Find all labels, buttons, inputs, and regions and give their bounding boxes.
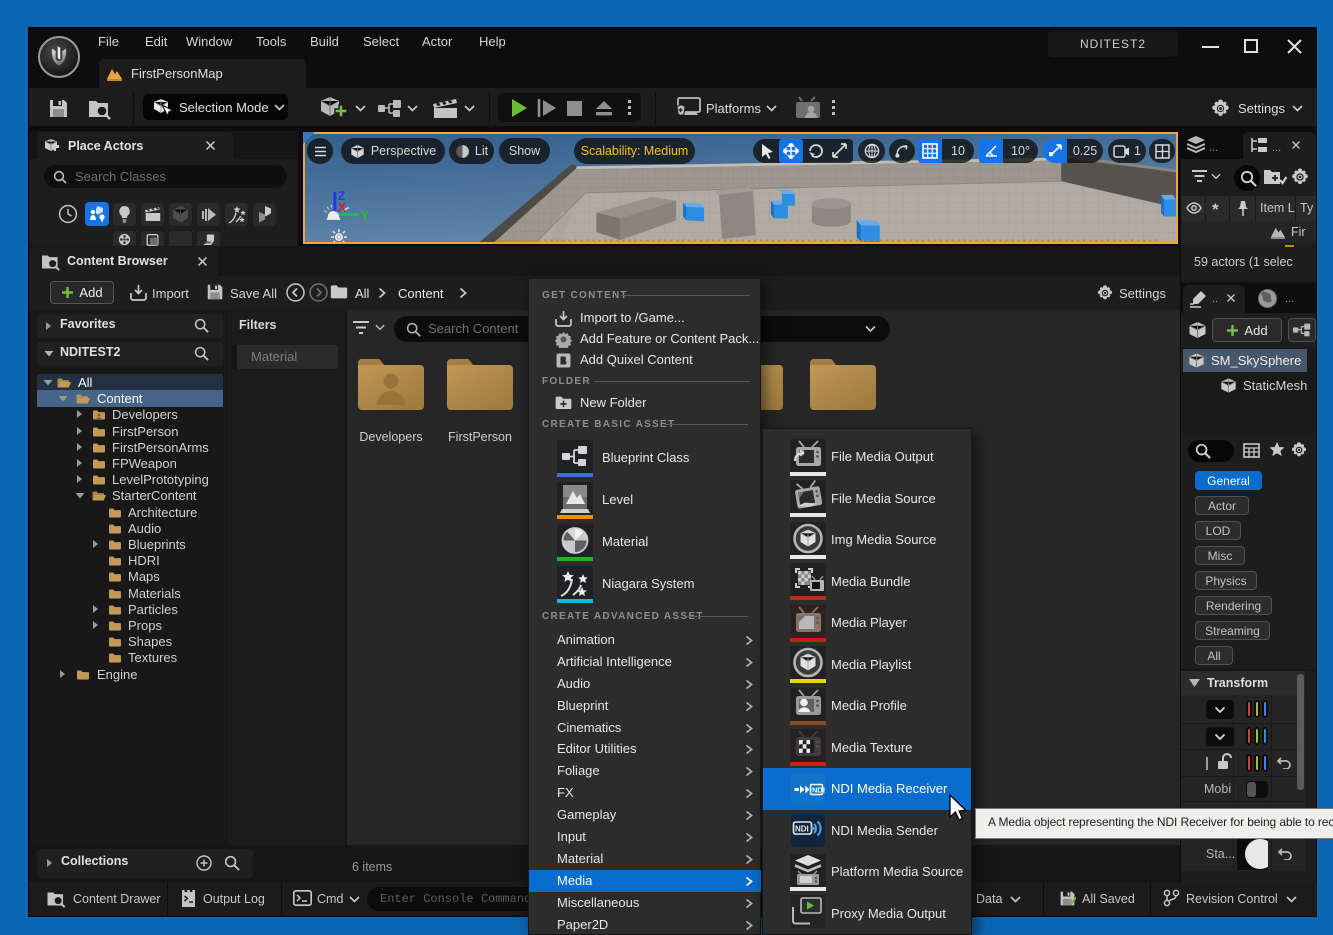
- svg-text:X: X: [338, 201, 346, 215]
- svg-text:Y: Y: [361, 209, 369, 223]
- svg-text:NDI: NDI: [812, 786, 825, 795]
- svg-text:NDI: NDI: [795, 825, 809, 834]
